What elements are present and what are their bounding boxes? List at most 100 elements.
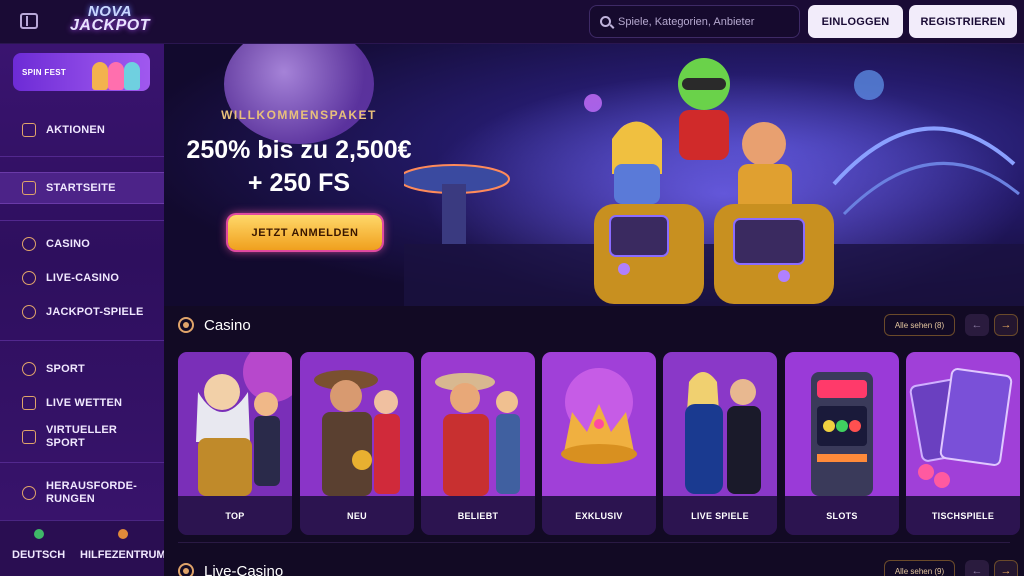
help-center-button[interactable]: HILFEZENTRUM: [80, 529, 166, 561]
ball-icon: [22, 362, 36, 376]
spade-icon: [22, 271, 36, 285]
hero-signup-button[interactable]: JETZT ANMELDEN: [228, 215, 382, 250]
help-label: HILFEZENTRUM: [80, 549, 166, 561]
card-label: BELIEBT: [421, 496, 535, 535]
logo-line-2: JACKPOT: [70, 17, 150, 34]
chip-icon: [22, 237, 36, 251]
register-button[interactable]: REGISTRIEREN: [909, 5, 1017, 38]
sidebar-item-herausforderungen[interactable]: HERAUSFORDE- RUNGEN: [0, 478, 164, 508]
hero-kicker: WILLKOMMENSPAKET: [221, 108, 377, 122]
sidebar-item-sport[interactable]: SPORT: [0, 357, 164, 381]
live-dealers-image: [663, 352, 777, 496]
card-label: TOP: [178, 496, 292, 535]
card-label: LIVE SPIELE: [663, 496, 777, 535]
explorer-character-image: [300, 352, 414, 496]
spade-icon: [178, 563, 194, 576]
sidebar-item-label: HERAUSFORDE- RUNGEN: [46, 480, 137, 506]
see-all-live-casino-button[interactable]: Alle sehen (9): [884, 560, 955, 576]
language-label: DEUTSCH: [12, 549, 66, 561]
section-title: Casino: [204, 316, 251, 334]
slot-machine-image: [785, 352, 899, 496]
home-icon: [22, 181, 36, 195]
sidebar-item-live-casino[interactable]: LIVE-CASINO: [0, 266, 164, 290]
sidebar-item-casino[interactable]: CASINO: [0, 232, 164, 256]
site-logo[interactable]: NOVA JACKPOT: [60, 4, 160, 39]
gamepad-icon: [22, 430, 36, 444]
search-box[interactable]: [589, 5, 800, 38]
sidebar-item-label-line2: RUNGEN: [46, 493, 95, 505]
category-card-slots[interactable]: SLOTS: [785, 352, 899, 535]
category-card-neu[interactable]: NEU: [300, 352, 414, 535]
medal-icon: [22, 486, 36, 500]
search-icon: [600, 16, 611, 27]
login-button[interactable]: EINLOGGEN: [808, 5, 903, 38]
globe-icon: [33, 529, 44, 539]
gift-icon: [22, 123, 36, 137]
hero-illustration: [404, 58, 1024, 306]
card-label: NEU: [300, 496, 414, 535]
promo-label: SPIN FEST: [22, 67, 67, 77]
sidebar-item-live-wetten[interactable]: LIVE WETTEN: [0, 391, 164, 415]
hero-headline: 250% bis zu 2,500€ + 250 FS: [164, 134, 434, 200]
cowboy-character-image: [421, 352, 535, 496]
sidebar-item-label: LIVE WETTEN: [46, 397, 123, 409]
sidebar-footer: DEUTSCH HILFEZENTRUM: [0, 520, 166, 576]
sidebar-item-startseite[interactable]: STARTSEITE: [0, 172, 164, 204]
language-button[interactable]: DEUTSCH: [12, 529, 65, 561]
sidebar-item-label-line2: SPORT: [46, 437, 85, 449]
seven-icon: [22, 305, 36, 319]
main-content: WILLKOMMENSPAKET 250% bis zu 2,500€ + 25…: [164, 44, 1024, 576]
sidebar-toggle-icon[interactable]: [20, 13, 38, 29]
sidebar-item-virtueller-sport[interactable]: VIRTUELLER SPORT: [0, 422, 164, 452]
see-all-casino-button[interactable]: Alle sehen (8): [884, 314, 955, 336]
live-icon: [22, 396, 36, 410]
hero-headline-line2: + 250 FS: [247, 169, 351, 197]
playing-cards-image: [906, 352, 1020, 496]
divider: [0, 462, 164, 463]
section-title: Live-Casino: [204, 562, 284, 576]
sidebar-item-label: SPORT: [46, 363, 85, 375]
card-label: EXKLUSIV: [542, 496, 656, 535]
category-card-top[interactable]: TOP: [178, 352, 292, 535]
sidebar-item-aktionen[interactable]: AKTIONEN: [0, 118, 164, 142]
arrow-left-icon: ←: [971, 565, 983, 576]
category-card-tischspiele[interactable]: TISCHSPIELE: [906, 352, 1020, 535]
crown-image: [542, 352, 656, 496]
sidebar-item-label: CASINO: [46, 238, 90, 250]
divider: [0, 156, 164, 157]
chip-icon: [178, 317, 194, 333]
sidebar-item-label: JACKPOT-SPIELE: [46, 306, 144, 318]
category-card-beliebt[interactable]: BELIEBT: [421, 352, 535, 535]
arrow-right-icon: →: [1000, 319, 1012, 331]
hero-banner[interactable]: WILLKOMMENSPAKET 250% bis zu 2,500€ + 25…: [164, 44, 1024, 306]
top-bar: NOVA JACKPOT EINLOGGEN REGISTRIEREN: [0, 0, 1024, 44]
search-input[interactable]: [618, 15, 788, 28]
carousel-prev-button[interactable]: ←: [965, 314, 989, 336]
zeus-character-image: [178, 352, 292, 496]
carousel-next-button[interactable]: →: [994, 560, 1018, 576]
sidebar-item-label: AKTIONEN: [46, 124, 106, 136]
sidebar-item-label: STARTSEITE: [46, 182, 116, 194]
category-card-live-spiele[interactable]: LIVE SPIELE: [663, 352, 777, 535]
card-label: SLOTS: [785, 496, 899, 535]
divider: [0, 340, 164, 341]
sidebar: SPIN FEST AKTIONEN STARTSEITE CASINO LIV…: [0, 44, 166, 576]
category-card-exklusiv[interactable]: EXKLUSIV: [542, 352, 656, 535]
arrow-left-icon: ←: [971, 319, 983, 331]
section-header-casino: Casino: [178, 314, 251, 336]
section-header-live-casino: Live-Casino: [178, 560, 283, 576]
hero-headline-line1: 250% bis zu 2,500€: [186, 136, 412, 164]
promo-characters-image: [86, 56, 146, 90]
section-divider: [178, 542, 1010, 543]
sidebar-item-label-line1: VIRTUELLER: [46, 424, 118, 436]
sidebar-item-label: LIVE-CASINO: [46, 272, 120, 284]
sidebar-item-jackpot-spiele[interactable]: JACKPOT-SPIELE: [0, 300, 164, 324]
sidebar-item-label: VIRTUELLER SPORT: [46, 424, 117, 450]
planet-image: [224, 44, 374, 144]
divider: [0, 220, 164, 221]
carousel-next-button[interactable]: →: [994, 314, 1018, 336]
sidebar-item-label-line1: HERAUSFORDE-: [46, 480, 138, 492]
carousel-prev-button[interactable]: ←: [965, 560, 989, 576]
card-label: TISCHSPIELE: [906, 496, 1020, 535]
promo-banner-spin-fest[interactable]: SPIN FEST: [13, 53, 150, 91]
